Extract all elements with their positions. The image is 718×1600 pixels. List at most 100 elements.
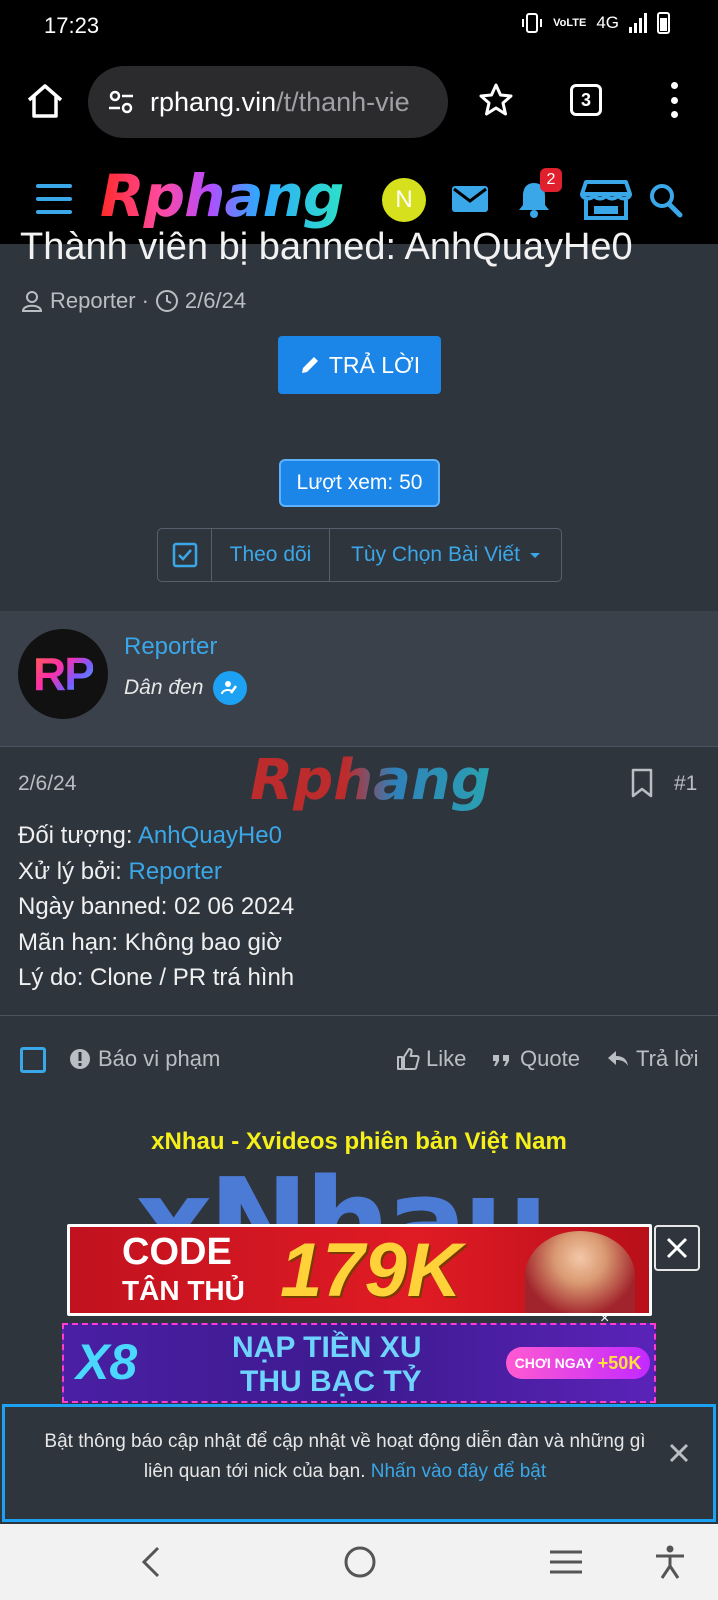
notification-message: Bật thông báo cập nhật để cập nhật về ho… [44,1431,646,1482]
report-button[interactable]: Báo vi phạm [68,1046,220,1072]
url-text: rphang.vin/t/thanh-vie [150,87,410,118]
star-icon[interactable] [478,82,514,118]
verified-icon [213,671,248,705]
bookmark-icon[interactable] [630,768,654,798]
user-icon [21,291,43,312]
banner2-line1: NẠP TIỀN XU [232,1331,422,1364]
more-icon[interactable] [664,82,684,118]
network-label: 4G [596,13,619,32]
notification-text: Bật thông báo cập nhật để cập nhật về ho… [35,1427,655,1487]
like-icon [397,1048,420,1070]
banner2-cta-text: CHƠI NGAY [514,1355,594,1371]
thread-actions: Theo dõi Tùy Chọn Bài Viết [157,528,562,582]
thread-date[interactable]: 2/6/24 [185,288,246,314]
post-options-dropdown[interactable]: Tùy Chọn Bài Viết [330,529,561,581]
thread-meta: Reporter · 2/6/24 [20,288,246,314]
post-line-reason: Lý do: Clone / PR trá hình [18,964,295,991]
banner2-cta: CHƠI NGAY +50K [506,1347,650,1379]
search-icon[interactable] [648,178,684,222]
signal-icon [629,13,647,33]
avatar-text: RP [33,648,95,700]
user-title-text: Dân đen [124,676,204,699]
url-domain: rphang.vin [150,86,277,117]
alert-icon [70,1049,90,1069]
tabs-icon[interactable]: 3 [570,84,602,116]
ad-banner-x8[interactable]: X8 NẠP TIỀN XU THU BẠC TỶ CHƠI NGAY +50K [62,1323,656,1403]
like-button[interactable]: Like [396,1046,466,1072]
reply-button-label: TRẢ LỜI [328,351,421,378]
select-post-checkbox[interactable] [20,1047,46,1073]
home-icon[interactable] [24,80,66,122]
notification-prompt: Bật thông báo cập nhật để cập nhật về ho… [2,1404,716,1522]
store-icon[interactable] [580,178,632,222]
handled-link[interactable]: Reporter [129,858,222,885]
reply-icon [608,1051,628,1066]
follow-button[interactable]: Theo dõi [212,529,330,581]
back-icon[interactable] [132,1544,172,1580]
status-bar: 17:23 VoLTE 4G [0,0,718,52]
post-content: Đối tượng: AnhQuayHe0 Xử lý bởi: Reporte… [18,818,294,996]
ad-banner-code[interactable]: CODE TÂN THỦ 179K [67,1224,652,1316]
url-path: /t/thanh-vie [276,86,410,117]
post-actions: Báo vi phạm Like Quote Trả lời [0,1016,718,1104]
recents-icon[interactable] [546,1544,586,1580]
target-link[interactable]: AnhQuayHe0 [138,822,282,849]
quote-label: Quote [520,1046,580,1071]
views-button[interactable]: Lượt xem: 50 [279,459,440,507]
post-number[interactable]: #1 [674,772,697,796]
site-logo[interactable]: Rphang [100,162,344,230]
home-nav-icon[interactable] [340,1544,380,1580]
clock-icon [155,290,178,312]
banner2-line2: THU BẠC TỶ [240,1365,422,1398]
watermark-logo: Rphang [250,748,491,813]
handled-label: Xử lý bởi: [18,857,129,885]
post-line-expiry: Mãn hạn: Không bao giờ [18,928,282,956]
browser-toolbar: rphang.vin/t/thanh-vie 3 [0,52,718,156]
target-label: Đối tượng: [18,822,138,849]
post-date[interactable]: 2/6/24 [18,772,76,796]
site-settings-icon[interactable] [106,87,136,117]
post-line-handled: Xử lý bởi: Reporter [18,854,294,890]
banner2-bonus: +50K [597,1352,642,1373]
banner2-close-icon[interactable]: × [600,1310,609,1328]
meta-separator: · [141,288,149,313]
status-time: 17:23 [44,13,100,38]
user-title: Dân đen [124,671,248,705]
banner1-amount: 179K [280,1228,462,1313]
post-options-label: Tùy Chọn Bài Viết [351,543,520,566]
mail-icon[interactable] [448,178,492,222]
page-title: Thành viên bị banned: AnhQuayHe0 [20,226,633,268]
accessibility-icon[interactable] [650,1544,690,1580]
hamburger-icon[interactable] [36,184,72,214]
enable-notification-link[interactable]: Nhấn vào đây để bật [371,1461,546,1482]
thread-author[interactable]: Reporter [50,288,136,314]
banner1-line2: TÂN THỦ [122,1275,245,1306]
battery-icon [657,12,670,34]
reply-post-label: Trả lời [636,1046,699,1071]
quote-button[interactable]: Quote [490,1046,580,1072]
post-user-block: RP Reporter Dân đen [0,611,718,747]
notification-badge: 2 [540,168,562,192]
post-username[interactable]: Reporter [124,633,217,661]
pencil-icon [301,357,318,373]
close-icon[interactable] [654,1225,700,1271]
banner2-logo: X8 [76,1334,138,1390]
address-bar[interactable]: rphang.vin/t/thanh-vie [88,66,448,138]
user-avatar[interactable]: N [382,178,426,222]
volte-label: VoLTE [553,16,587,29]
checkbox-icon [172,542,197,568]
post-line-banned-date: Ngày banned: 02 06 2024 [18,893,295,920]
chevron-down-icon [529,552,540,558]
like-label: Like [426,1046,467,1071]
avatar[interactable]: RP [18,629,108,719]
report-label: Báo vi phạm [98,1046,221,1071]
close-icon[interactable] [665,1439,693,1467]
system-nav-bar [0,1524,718,1600]
banner1-photo [525,1231,635,1313]
quote-icon [493,1055,509,1066]
reply-post-button[interactable]: Trả lời [606,1046,699,1072]
post-line-target: Đối tượng: AnhQuayHe0 [18,818,294,854]
select-thread-button[interactable] [158,529,212,581]
ad-title-link[interactable]: xNhau - Xvideos phiên bản Việt Nam [0,1128,718,1156]
reply-button[interactable]: TRẢ LỜI [278,336,441,394]
